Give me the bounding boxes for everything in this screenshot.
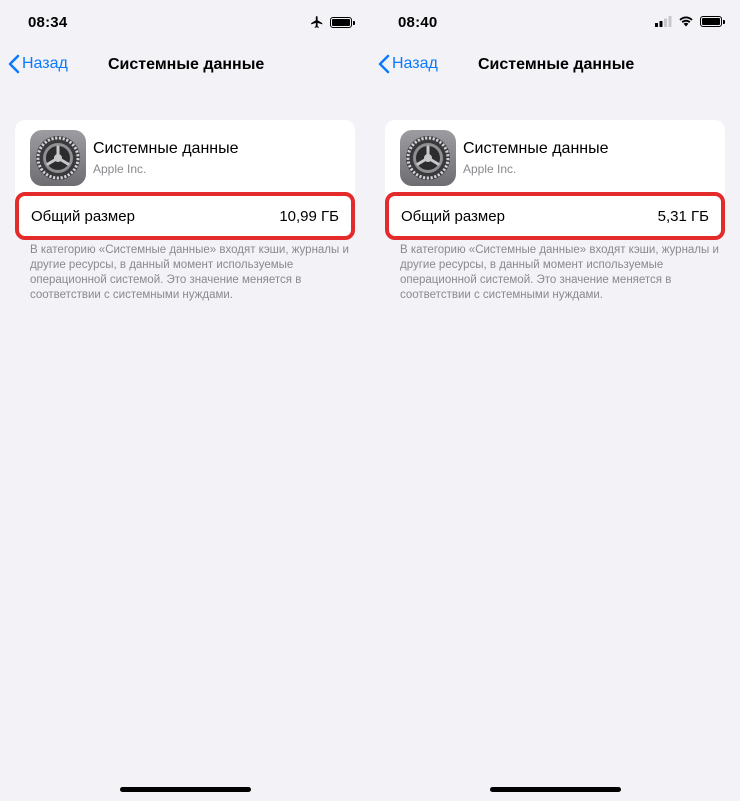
page-title: Системные данные [108,56,265,73]
battery-icon [700,15,725,27]
status-icons [310,15,355,29]
screen-left: 08:34 Назад Системные данные Системные д… [0,0,370,801]
back-label: Назад [22,55,68,72]
status-time: 08:40 [398,14,438,31]
highlight-annotation [385,192,725,240]
status-time: 08:34 [28,14,68,31]
back-label: Назад [392,55,438,72]
chevron-left-icon [378,54,390,74]
app-name: Системные данные [93,140,239,157]
back-button[interactable]: Назад [378,54,438,74]
system-data-card: Системные данные Apple Inc. Общий размер… [385,120,725,240]
nav-bar: Назад Системные данные [0,50,370,82]
nav-bar: Назад Системные данные [370,50,740,82]
settings-gear-icon [30,130,86,186]
back-button[interactable]: Назад [8,54,68,74]
description-footnote: В категорию «Системные данные» входят кэ… [400,244,719,301]
status-bar: 08:40 [370,0,740,44]
screen-right: 08:40 Назад Системные данные Системные д… [370,0,740,801]
page-title: Системные данные [478,56,635,73]
app-vendor: Apple Inc. [93,162,147,176]
wifi-icon [679,16,693,27]
home-indicator[interactable] [120,787,251,792]
chevron-left-icon [8,54,20,74]
highlight-annotation [15,192,355,240]
status-bar: 08:34 [0,0,370,44]
app-name: Системные данные [463,140,609,157]
cellular-icon [655,15,672,27]
description-footnote: В категорию «Системные данные» входят кэ… [30,244,349,301]
airplane-icon [311,16,323,28]
home-indicator[interactable] [490,787,621,792]
battery-icon [330,16,355,28]
status-icons [655,15,725,27]
settings-gear-icon [400,130,456,186]
system-data-card: Системные данные Apple Inc. Общий размер… [15,120,355,240]
app-vendor: Apple Inc. [463,162,517,176]
